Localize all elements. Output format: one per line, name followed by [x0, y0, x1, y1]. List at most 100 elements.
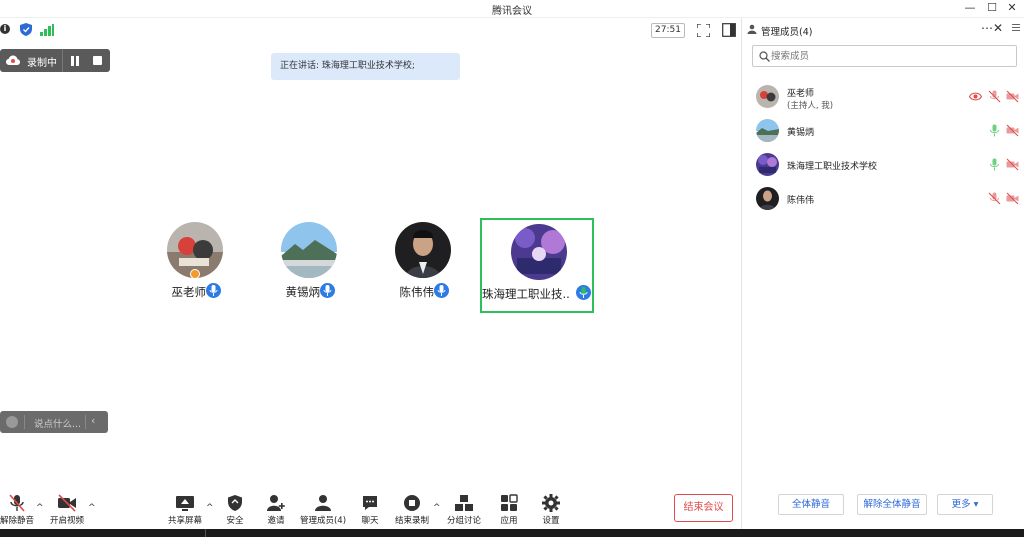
start-video-button[interactable]: 开启视频	[42, 494, 92, 528]
fullscreen-icon[interactable]	[697, 24, 710, 37]
chat-quick-input[interactable]: 说点什么... ‹	[0, 411, 108, 433]
mute-all-button[interactable]: 全体静音	[778, 494, 844, 515]
mic-on-icon	[206, 283, 221, 298]
member-role: (主持人, 我)	[787, 101, 834, 111]
members-icon	[747, 24, 757, 34]
member-row[interactable]: 陈伟伟	[742, 184, 1024, 214]
unmute-all-button[interactable]: 解除全体静音	[857, 494, 927, 515]
breakout-rooms-label: 分组讨论	[446, 516, 481, 526]
mic-on-icon[interactable]	[988, 124, 1001, 137]
meeting-toolbar: 解除静音 ^ 开启视频 ^ 共享屏幕 ^ 安全 邀请 管理成员(4) 聊天 结束…	[0, 474, 741, 529]
meeting-window: 腾讯会议 — ☐ ✕ i 27:51 录制中 正在讲话: 珠海理工职业技术学校;…	[0, 0, 1024, 537]
end-recording-button[interactable]: 结束录制	[387, 494, 437, 528]
participant-tile[interactable]: 陈伟伟	[366, 218, 480, 313]
end-recording-label: 结束录制	[394, 516, 429, 526]
divider	[205, 529, 206, 537]
apps-icon	[501, 494, 518, 511]
member-row[interactable]: 黄锡炳	[742, 116, 1024, 146]
shield-icon	[228, 495, 242, 511]
stop-record-icon	[404, 495, 420, 511]
participant-name: 黄锡炳	[285, 285, 321, 299]
divider	[24, 415, 25, 429]
share-screen-icon	[176, 496, 194, 511]
network-signal-icon[interactable]	[40, 24, 54, 36]
video-off-icon[interactable]	[1006, 192, 1019, 205]
chevron-up-icon[interactable]: ^	[88, 503, 96, 513]
participant-tile[interactable]: 巫老师	[138, 218, 252, 313]
divider	[85, 415, 86, 429]
start-video-label: 开启视频	[49, 516, 84, 526]
avatar	[756, 153, 779, 176]
members-icon	[315, 495, 331, 511]
meeting-timer: 27:51	[651, 23, 685, 38]
recording-label: 录制中	[27, 58, 57, 69]
participant-tile-active-speaker[interactable]: 珠海理工职业技...	[480, 218, 594, 313]
cloud-record-icon	[6, 55, 20, 65]
invite-button[interactable]: 邀请	[251, 494, 301, 528]
mic-on-icon	[320, 283, 335, 298]
meeting-stage: i 27:51 录制中 正在讲话: 珠海理工职业技术学校; 巫老师 黄锡炳 陈伟…	[0, 18, 741, 529]
participant-tile[interactable]: 黄锡炳	[252, 218, 366, 313]
more-button[interactable]: 更多 ▾	[937, 494, 993, 515]
share-screen-label: 共享屏幕	[167, 516, 202, 526]
invite-label: 邀请	[267, 516, 285, 526]
menu-icon[interactable]	[1012, 24, 1020, 34]
participant-name: 珠海理工职业技...	[482, 287, 570, 301]
member-row[interactable]: 巫老师 (主持人, 我)	[742, 82, 1024, 112]
emoji-icon[interactable]	[6, 416, 18, 428]
mic-muted-icon[interactable]	[988, 192, 1001, 205]
shield-icon[interactable]	[20, 23, 32, 36]
chat-icon	[363, 496, 377, 510]
title-bar: 腾讯会议 — ☐ ✕	[0, 0, 1024, 18]
info-icon[interactable]: i	[0, 24, 10, 34]
divider	[62, 49, 63, 72]
close-window-button[interactable]: ✕	[1005, 1, 1019, 14]
window-title: 腾讯会议	[492, 6, 532, 17]
member-name: 黄锡炳	[787, 128, 815, 138]
active-speaker-banner: 正在讲话: 珠海理工职业技术学校;	[271, 53, 460, 80]
manage-members-button[interactable]: 管理成员(4)	[297, 494, 349, 528]
participant-name: 陈伟伟	[399, 285, 435, 299]
avatar	[395, 222, 451, 278]
more-options-icon[interactable]: ⋯	[981, 21, 993, 35]
panel-footer: 全体静音 解除全体静音 更多 ▾	[742, 494, 1024, 516]
breakout-rooms-icon	[455, 495, 473, 511]
mic-on-icon[interactable]	[988, 158, 1001, 171]
layout-toggle-icon[interactable]	[722, 23, 736, 37]
recording-indicator: 录制中	[0, 49, 110, 72]
avatar	[756, 85, 779, 108]
member-row[interactable]: 珠海理工职业技术学校	[742, 150, 1024, 180]
mic-muted-icon	[9, 494, 25, 512]
settings-button[interactable]: 设置	[526, 494, 576, 528]
member-name: 巫老师	[787, 89, 815, 99]
panel-header: 管理成员(4) ⋯ ✕	[742, 18, 1024, 42]
stop-recording-button[interactable]	[93, 56, 102, 65]
mic-speaking-icon	[576, 285, 591, 300]
video-off-icon[interactable]	[1006, 158, 1019, 171]
unmute-label: 解除静音	[0, 516, 34, 526]
breakout-rooms-button[interactable]: 分组讨论	[439, 494, 489, 528]
share-screen-button[interactable]: 共享屏幕	[160, 494, 210, 528]
minimize-button[interactable]: —	[963, 1, 977, 14]
avatar	[756, 119, 779, 142]
search-icon	[759, 51, 770, 62]
video-off-icon[interactable]	[1006, 124, 1019, 137]
settings-label: 设置	[542, 516, 560, 526]
pause-recording-button[interactable]	[70, 56, 80, 66]
chevron-left-icon[interactable]: ‹	[91, 414, 95, 427]
mic-on-icon	[434, 283, 449, 298]
end-meeting-button[interactable]: 结束会议	[674, 494, 733, 522]
close-panel-icon[interactable]: ✕	[993, 21, 1003, 35]
add-user-icon	[267, 495, 285, 511]
maximize-button[interactable]: ☐	[985, 1, 999, 14]
eye-icon[interactable]	[969, 90, 982, 103]
manage-members-label: 管理成员(4)	[299, 516, 347, 526]
panel-title: 管理成员(4)	[761, 27, 813, 38]
taskbar-strip	[0, 529, 1024, 537]
member-name: 陈伟伟	[787, 196, 815, 206]
video-off-icon[interactable]	[1006, 90, 1019, 103]
search-input[interactable]	[771, 48, 1011, 64]
mic-muted-icon[interactable]	[988, 90, 1001, 103]
gear-icon	[542, 494, 560, 512]
member-search[interactable]	[752, 45, 1017, 67]
